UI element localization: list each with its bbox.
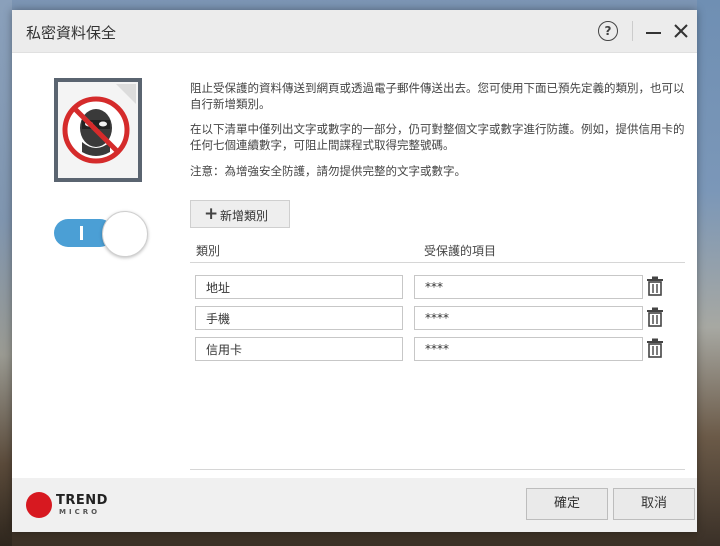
ok-button[interactable]: 確定 <box>526 488 608 520</box>
help-icon[interactable]: ? <box>598 21 618 41</box>
description-note: 注意：為增強安全防護，請勿提供完整的文字或數字。 <box>190 164 466 178</box>
title-bar: 私密資料保全 ? <box>12 10 697 53</box>
trend-micro-ball-icon <box>26 492 52 518</box>
column-header-category: 類別 <box>196 244 221 258</box>
protection-toggle[interactable] <box>54 211 150 257</box>
description-paragraph-2: 在以下清單中僅列出文字或數字的一部分，仍可對整個文字或數字進行防護。例如，提供信… <box>190 122 685 152</box>
add-category-button[interactable]: + 新增類別 <box>190 200 290 228</box>
header-divider <box>190 262 685 263</box>
plus-icon: + <box>204 204 219 224</box>
column-header-protected-item: 受保護的項目 <box>424 244 497 258</box>
trend-micro-logo: TREND MICRO <box>26 489 116 521</box>
privacy-protection-dialog: 私密資料保全 ? 阻止受保護的資料傳送到網頁或透過電子郵件傳送出去。您可使用下面… <box>12 10 697 532</box>
category-field[interactable] <box>195 306 403 330</box>
protected-item-field[interactable] <box>414 337 643 361</box>
cancel-button[interactable]: 取消 <box>613 488 695 520</box>
category-field[interactable] <box>195 337 403 361</box>
privacy-illustration <box>54 78 142 182</box>
desktop-background-left <box>0 0 12 546</box>
toggle-knob[interactable] <box>102 211 148 257</box>
minimize-icon[interactable] <box>646 32 661 34</box>
delete-icon[interactable] <box>646 307 664 327</box>
logo-text-trend: TREND <box>56 493 108 508</box>
footer-divider <box>190 469 685 470</box>
dialog-footer: TREND MICRO 確定 取消 <box>12 478 697 532</box>
titlebar-divider <box>632 21 633 41</box>
delete-icon[interactable] <box>646 276 664 296</box>
protected-item-field[interactable] <box>414 275 643 299</box>
logo-text-micro: MICRO <box>59 508 101 516</box>
category-field[interactable] <box>195 275 403 299</box>
add-category-label: 新增類別 <box>220 209 269 223</box>
description-paragraph-1: 阻止受保護的資料傳送到網頁或透過電子郵件傳送出去。您可使用下面已預先定義的類別，… <box>190 81 685 111</box>
dialog-title: 私密資料保全 <box>26 24 117 42</box>
desktop-background-right <box>697 0 720 546</box>
toggle-on-indicator <box>80 226 83 240</box>
close-icon[interactable] <box>672 22 690 40</box>
protected-item-field[interactable] <box>414 306 643 330</box>
no-thief-icon <box>62 84 136 164</box>
delete-icon[interactable] <box>646 338 664 358</box>
